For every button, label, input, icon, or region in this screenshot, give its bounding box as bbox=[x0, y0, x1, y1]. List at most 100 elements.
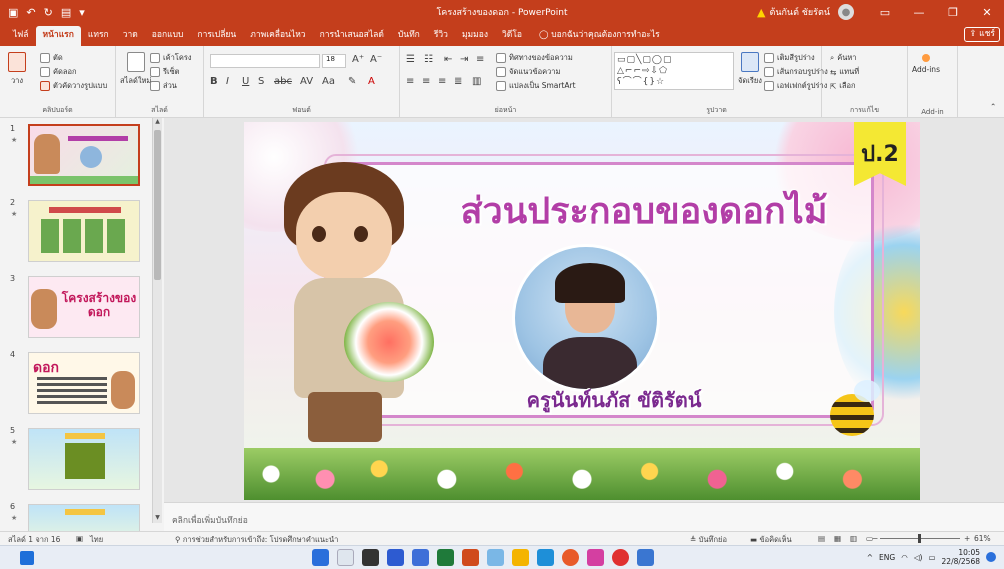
thumb-slide-2[interactable] bbox=[28, 200, 140, 262]
chevron-up-icon[interactable]: ^ bbox=[867, 553, 873, 562]
strikethrough-icon[interactable]: abc bbox=[274, 76, 292, 87]
share-button[interactable]: ⇪ แชร์ bbox=[964, 27, 1000, 42]
tell-me-search[interactable]: ◯ บอกฉันว่าคุณต้องการทำอะไร bbox=[529, 26, 660, 46]
highlight-icon[interactable]: ✎ bbox=[348, 76, 356, 87]
task-switch-icon[interactable] bbox=[362, 549, 379, 566]
cut-button[interactable]: ตัด bbox=[40, 52, 63, 64]
format-painter-button[interactable]: ตัวคัดวางรูปแบบ bbox=[40, 80, 107, 92]
columns-icon[interactable]: ▥ bbox=[472, 76, 481, 87]
shapes-gallery[interactable]: ▭▢╲▢◯▢ △⌐⌐⇨⇩⬠ ʕ⌒⌒{}☆ bbox=[614, 52, 734, 90]
present-icon[interactable]: ▤ bbox=[61, 6, 71, 19]
windows-start-icon[interactable] bbox=[312, 549, 329, 566]
tab-animations[interactable]: ภาพเคลื่อนไหว bbox=[243, 26, 312, 46]
align-center-icon[interactable]: ≡ bbox=[422, 76, 430, 87]
font-size-combo[interactable]: 18 bbox=[322, 54, 346, 68]
input-language[interactable]: ENG bbox=[879, 553, 895, 562]
chrome-icon[interactable] bbox=[562, 549, 579, 566]
reset-button[interactable]: รีเซ็ต bbox=[150, 66, 180, 78]
italic-icon[interactable]: I bbox=[226, 76, 229, 87]
notes-pane[interactable]: คลิกเพื่อเพิ่มบันทึกย่อ bbox=[164, 502, 1004, 531]
excel-icon[interactable] bbox=[437, 549, 454, 566]
font-color-icon[interactable]: A bbox=[368, 76, 375, 87]
edge-icon[interactable] bbox=[537, 549, 554, 566]
line-spacing-icon[interactable]: ≡ bbox=[476, 54, 484, 65]
word-icon[interactable] bbox=[637, 549, 654, 566]
teacher-photo[interactable] bbox=[512, 244, 660, 392]
canva-icon[interactable] bbox=[587, 549, 604, 566]
tab-transitions[interactable]: การเปลี่ยน bbox=[190, 26, 243, 46]
justify-icon[interactable]: ≣ bbox=[454, 76, 462, 87]
thumb-slide-5[interactable] bbox=[28, 428, 140, 490]
thumb-slide-6[interactable] bbox=[28, 504, 140, 531]
close-icon[interactable]: ✕ bbox=[970, 0, 1004, 24]
align-left-icon[interactable]: ≡ bbox=[406, 76, 414, 87]
tab-insert[interactable]: แทรก bbox=[81, 26, 116, 46]
zoom-level[interactable]: 61% bbox=[974, 534, 991, 543]
shape-fill-button[interactable]: เติมสีรูปร่าง bbox=[764, 52, 815, 64]
thumbnail-scrollbar[interactable]: ▲ ▼ bbox=[152, 118, 162, 523]
grade-badge-text[interactable]: ป.2 bbox=[854, 136, 906, 171]
maximize-icon[interactable]: ❐ bbox=[936, 0, 970, 24]
shape-effects-button[interactable]: เอฟเฟกต์รูปร่าง bbox=[764, 80, 827, 92]
replace-button[interactable]: ⇆ แทนที่ bbox=[830, 66, 859, 78]
increase-indent-icon[interactable]: ⇥ bbox=[460, 54, 468, 65]
select-button[interactable]: ⇱ เลือก bbox=[830, 80, 856, 92]
thumbnail-scroll-thumb[interactable] bbox=[154, 130, 161, 280]
shape-outline-button[interactable]: เส้นกรอบรูปร่าง bbox=[764, 66, 828, 78]
photos-icon[interactable] bbox=[412, 549, 429, 566]
tab-review[interactable]: รีวิว bbox=[427, 26, 455, 46]
tab-view[interactable]: มุมมอง bbox=[455, 26, 495, 46]
tab-slideshow[interactable]: การนำเสนอสไลด์ bbox=[313, 26, 391, 46]
new-slide-button[interactable]: สไลด์ใหม่ bbox=[120, 52, 151, 87]
volume-icon[interactable]: ◁) bbox=[914, 553, 923, 562]
shadow-icon[interactable]: S bbox=[258, 76, 264, 87]
minimize-icon[interactable]: — bbox=[902, 0, 936, 24]
powerpoint-icon[interactable] bbox=[462, 549, 479, 566]
paste-button[interactable]: วาง bbox=[8, 52, 26, 87]
section-button[interactable]: ส่วน bbox=[150, 80, 177, 92]
arrange-button[interactable]: จัดเรียง bbox=[738, 52, 762, 87]
copy-button[interactable]: คัดลอก bbox=[40, 66, 77, 78]
grow-font-icon[interactable]: A⁺ bbox=[352, 54, 364, 65]
search-icon[interactable] bbox=[337, 549, 354, 566]
app-icon[interactable] bbox=[612, 549, 629, 566]
battery-icon[interactable]: ▭ bbox=[928, 553, 935, 562]
font-name-combo[interactable] bbox=[210, 54, 320, 68]
boy-illustration[interactable] bbox=[254, 162, 444, 462]
clock[interactable]: 10:05 22/8/2568 bbox=[942, 548, 980, 566]
tab-record[interactable]: บันทึก bbox=[391, 26, 427, 46]
zoom-in-icon[interactable]: + bbox=[964, 534, 970, 543]
zoom-slider-knob[interactable] bbox=[918, 534, 921, 543]
undo-icon[interactable]: ↶ bbox=[26, 6, 35, 19]
account-warning[interactable]: ▲ ต้นกันต์ ชัยรัตน์ bbox=[757, 5, 830, 19]
customize-qat-icon[interactable]: ▾ bbox=[79, 6, 85, 19]
spellcheck-icon[interactable]: ▣ bbox=[76, 534, 83, 543]
notification-icon[interactable] bbox=[986, 552, 996, 562]
tab-file[interactable]: ไฟล์ bbox=[6, 26, 36, 46]
slide-title[interactable]: ส่วนประกอบของดอกไม้ bbox=[424, 182, 864, 239]
align-right-icon[interactable]: ≡ bbox=[438, 76, 446, 87]
smartart-button[interactable]: แปลงเป็น SmartArt bbox=[496, 80, 576, 92]
tab-video[interactable]: วิดีโอ bbox=[495, 26, 529, 46]
addins-button[interactable]: Add-ins bbox=[912, 54, 940, 74]
align-text-button[interactable]: จัดแนวข้อความ bbox=[496, 66, 560, 78]
char-spacing-icon[interactable]: AV bbox=[300, 76, 313, 87]
thumb-slide-3[interactable]: โครงสร้างของดอก bbox=[28, 276, 140, 338]
bold-icon[interactable]: B bbox=[210, 76, 218, 87]
bullets-icon[interactable]: ☰ bbox=[406, 54, 415, 65]
normal-view-icon[interactable]: ▤ bbox=[818, 534, 825, 543]
change-case-icon[interactable]: Aa bbox=[322, 76, 335, 87]
teacher-name[interactable]: ครูนันท์นภัส ขัติรัตน์ bbox=[494, 384, 734, 416]
store-icon[interactable] bbox=[487, 549, 504, 566]
underline-icon[interactable]: U bbox=[242, 76, 249, 87]
current-slide[interactable]: ส่วนประกอบของดอกไม้ ครูนันท์นภัส ขัติรัต… bbox=[244, 122, 920, 500]
shrink-font-icon[interactable]: A⁻ bbox=[370, 54, 382, 65]
scroll-down-icon[interactable]: ▼ bbox=[153, 514, 162, 523]
wifi-icon[interactable]: ◠ bbox=[901, 553, 908, 562]
collapse-ribbon-icon[interactable]: ⌃ bbox=[990, 102, 996, 111]
chat-icon[interactable] bbox=[387, 549, 404, 566]
thumb-slide-1[interactable] bbox=[28, 124, 140, 186]
scroll-up-icon[interactable]: ▲ bbox=[153, 118, 162, 127]
zoom-out-icon[interactable]: − bbox=[872, 534, 878, 543]
slide-sorter-icon[interactable]: ▦ bbox=[834, 534, 841, 543]
